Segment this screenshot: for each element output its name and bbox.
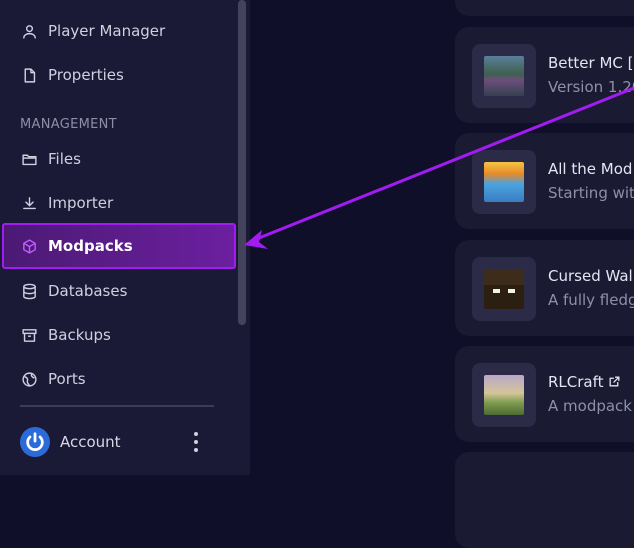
sidebar-item-label: Modpacks — [48, 237, 133, 255]
sidebar-item-databases[interactable]: Databases — [2, 269, 236, 313]
globe-icon — [20, 370, 38, 388]
sidebar-item-backups[interactable]: Backups — [2, 313, 236, 357]
modpack-image-all-the-mods — [484, 162, 524, 202]
sidebar-divider — [20, 405, 214, 407]
modpack-title-text: RLCraft — [548, 373, 604, 391]
modpack-card[interactable]: Cursed Walk A fully fledg — [455, 240, 634, 336]
more-options-icon[interactable] — [188, 430, 204, 454]
folder-icon — [20, 150, 38, 168]
modpack-card[interactable] — [455, 452, 634, 548]
sidebar-item-importer[interactable]: Importer — [2, 181, 236, 225]
modpack-image-better-mc — [484, 56, 524, 96]
sidebar-item-label: Files — [48, 150, 81, 168]
file-icon — [20, 66, 38, 84]
download-icon — [20, 194, 38, 212]
modpack-subtitle: A modpack — [548, 397, 632, 415]
modpack-card[interactable] — [455, 0, 634, 16]
section-label-management: MANAGEMENT — [20, 117, 117, 132]
avatar — [20, 427, 50, 457]
sidebar-item-ports[interactable]: Ports — [2, 357, 236, 401]
archive-icon — [20, 326, 38, 344]
modpack-thumbnail — [472, 257, 536, 321]
modpack-thumbnail — [472, 44, 536, 108]
modpack-subtitle: A fully fledg — [548, 291, 634, 309]
modpack-card[interactable]: Better MC [F Version 1.20 — [455, 27, 634, 123]
sidebar-item-properties[interactable]: Properties — [2, 53, 236, 97]
modpack-title: Better MC [F — [548, 54, 634, 72]
database-icon — [20, 282, 38, 300]
sidebar-item-files[interactable]: Files — [2, 137, 236, 181]
cube-icon — [20, 237, 38, 255]
power-icon — [26, 432, 44, 451]
account-label: Account — [60, 433, 121, 451]
modpack-subtitle: Starting with — [548, 184, 634, 202]
sidebar-item-label: Importer — [48, 194, 114, 212]
sidebar-item-player-manager[interactable]: Player Manager — [2, 9, 236, 53]
sidebar: Player Manager Properties MANAGEMENT Fil… — [0, 0, 250, 475]
sidebar-item-label: Player Manager — [48, 22, 166, 40]
modpack-card[interactable]: All the Mod Starting with — [455, 133, 634, 229]
sidebar-item-label: Backups — [48, 326, 111, 344]
sidebar-item-label: Databases — [48, 282, 128, 300]
modpack-card[interactable]: RLCraft A modpack — [455, 346, 634, 442]
modpack-title: All the Mod — [548, 160, 633, 178]
modpack-thumbnail — [472, 363, 536, 427]
sidebar-item-label: Ports — [48, 370, 86, 388]
modpack-image-cursed-walking — [484, 269, 524, 309]
sidebar-scrollbar[interactable] — [238, 0, 246, 325]
sidebar-item-label: Properties — [48, 66, 124, 84]
modpack-thumbnail — [472, 150, 536, 214]
sidebar-item-modpacks[interactable]: Modpacks — [2, 223, 236, 269]
user-icon — [20, 22, 38, 40]
external-link-icon[interactable] — [608, 375, 621, 388]
modpack-subtitle: Version 1.20 — [548, 78, 634, 96]
modpack-title: Cursed Walk — [548, 267, 634, 285]
modpack-image-rlcraft — [484, 375, 524, 415]
modpack-title: RLCraft — [548, 373, 621, 391]
